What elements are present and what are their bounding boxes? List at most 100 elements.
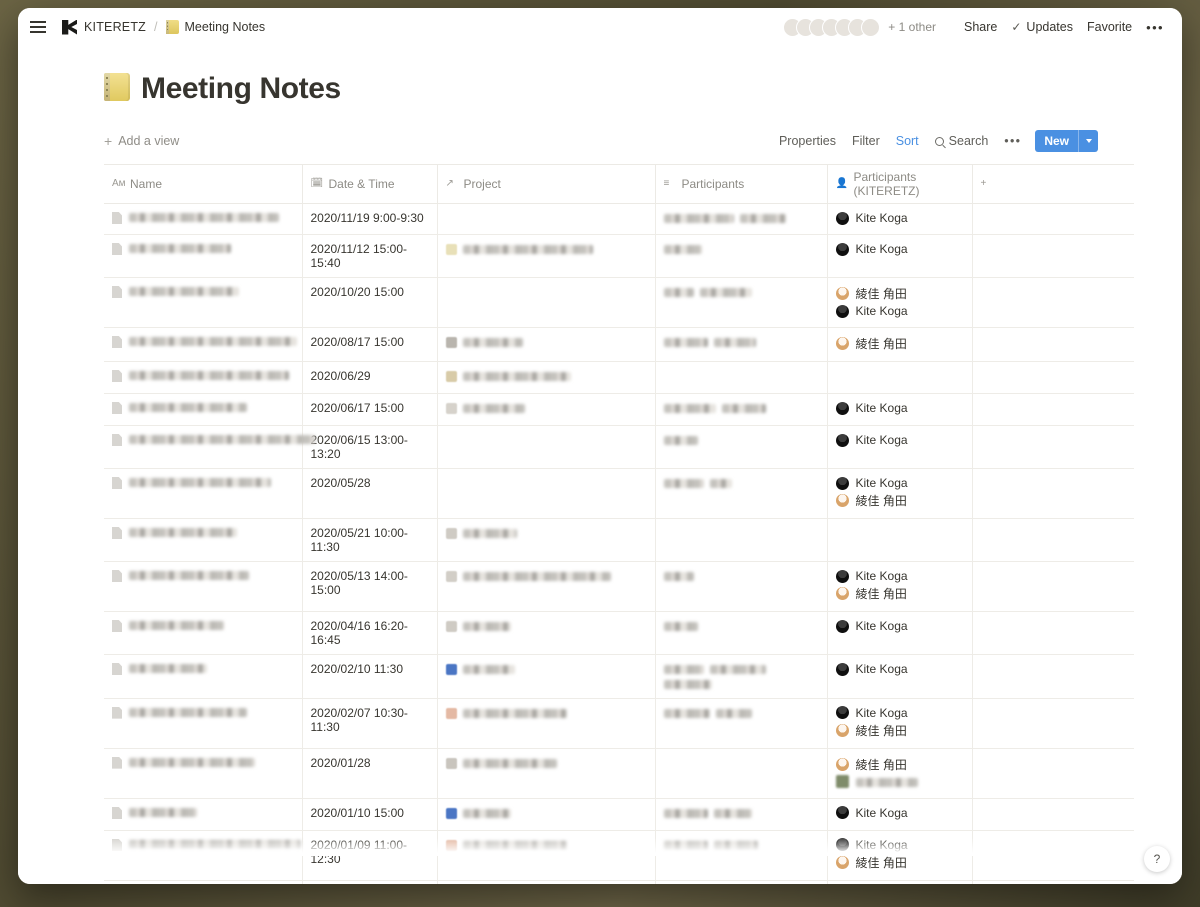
table-row[interactable]: 2020/10/20 15:00 綾佳 角田 Kite Koga: [104, 277, 1134, 328]
cell-participants-kiteretz[interactable]: Kite Koga: [827, 798, 973, 831]
filter-button[interactable]: Filter: [852, 134, 880, 148]
cell-participants-kiteretz[interactable]: Kite Koga: [827, 425, 973, 469]
cell-project[interactable]: [437, 393, 656, 426]
table-row[interactable]: 2020/01/10 15:00 Kite Koga: [104, 798, 1134, 831]
cell-project[interactable]: [437, 361, 656, 394]
person-chip[interactable]: Kite Koga: [835, 211, 964, 225]
updates-button[interactable]: ✓ Updates: [1011, 20, 1073, 34]
cell-participants-kiteretz[interactable]: 綾佳 角田 Kite Koga: [827, 277, 973, 328]
cell-participants-kiteretz[interactable]: [827, 361, 973, 394]
column-header-date[interactable]: 🗓 Date & Time: [302, 164, 438, 204]
cell-participants[interactable]: [655, 698, 828, 749]
cell-project[interactable]: [437, 654, 656, 699]
person-chip[interactable]: [835, 775, 964, 789]
cell-date-time[interactable]: 2020/11/12 15:00-15:40: [302, 234, 438, 278]
cell-participants[interactable]: [655, 748, 828, 799]
cell-name[interactable]: [104, 277, 303, 328]
breadcrumb-workspace[interactable]: KITERETZ: [84, 20, 146, 34]
cell-name[interactable]: [104, 327, 303, 362]
search-button[interactable]: Search: [934, 134, 988, 148]
cell-date-time[interactable]: 2020/05/28: [302, 468, 438, 519]
cell-project[interactable]: [437, 203, 656, 235]
cell-participants-kiteretz[interactable]: Kite Koga 綾佳 角田: [827, 698, 973, 749]
chevron-down-icon[interactable]: [1078, 130, 1098, 152]
cell-date-time[interactable]: 2020/06/15 13:00-13:20: [302, 425, 438, 469]
table-row[interactable]: 2020/05/28 Kite Koga 綾佳 角田: [104, 468, 1134, 519]
cell-date-time[interactable]: 2020/10/20 15:00: [302, 277, 438, 328]
person-chip[interactable]: 綾佳 角田: [835, 585, 964, 602]
notebook-icon[interactable]: [104, 72, 130, 106]
cell-participants[interactable]: [655, 830, 828, 881]
person-chip[interactable]: Kite Koga: [835, 476, 964, 490]
favorite-button[interactable]: Favorite: [1087, 20, 1132, 34]
cell-participants[interactable]: [655, 798, 828, 831]
cell-participants[interactable]: [655, 611, 828, 655]
person-chip[interactable]: Kite Koga: [835, 662, 964, 676]
table-row[interactable]: 2020/06/29: [104, 361, 1134, 394]
project-chip[interactable]: [445, 807, 647, 820]
cell-participants[interactable]: [655, 361, 828, 394]
cell-date-time[interactable]: 2020/01/10 15:00: [302, 798, 438, 831]
cell-date-time[interactable]: 2020/02/07 10:30-11:30: [302, 698, 438, 749]
new-record-button[interactable]: New: [1035, 130, 1098, 152]
person-chip[interactable]: Kite Koga: [835, 242, 964, 256]
project-chip[interactable]: [445, 402, 647, 415]
project-chip[interactable]: [445, 757, 647, 770]
page-title[interactable]: Meeting Notes: [141, 72, 341, 106]
person-chip[interactable]: Kite Koga: [835, 433, 964, 447]
person-chip[interactable]: Kite Koga: [835, 619, 964, 633]
cell-participants-kiteretz[interactable]: 綾佳 角田: [827, 327, 973, 362]
sort-button[interactable]: Sort: [896, 134, 919, 148]
cell-name[interactable]: [104, 561, 303, 612]
help-button[interactable]: ?: [1144, 846, 1170, 872]
cell-participants-kiteretz[interactable]: Kite Koga 綾佳 角田: [827, 830, 973, 881]
table-row[interactable]: 2020/01/28 綾佳 角田: [104, 748, 1134, 799]
cell-participants[interactable]: [655, 327, 828, 362]
person-chip[interactable]: Kite Koga: [835, 706, 964, 720]
cell-participants-kiteretz[interactable]: Kite Koga: [827, 234, 973, 278]
cell-participants[interactable]: [655, 880, 828, 884]
project-chip[interactable]: [445, 336, 647, 349]
cell-project[interactable]: [437, 880, 656, 884]
cell-project[interactable]: [437, 468, 656, 519]
cell-date-time[interactable]: 2020/02/10 11:30: [302, 654, 438, 699]
cell-name[interactable]: [104, 830, 303, 881]
column-header-add[interactable]: +: [972, 164, 1134, 204]
column-header-participants-kiteretz[interactable]: 👤 Participants (KITERETZ): [827, 164, 973, 204]
cell-date-time[interactable]: 2019/12/26 18:30-20:00: [302, 880, 438, 884]
hamburger-menu-icon[interactable]: [30, 21, 46, 33]
cell-participants-kiteretz[interactable]: Kite Koga: [827, 654, 973, 699]
cell-name[interactable]: [104, 203, 303, 235]
person-chip[interactable]: Kite Koga: [835, 569, 964, 583]
cell-participants-kiteretz[interactable]: Kite Koga: [827, 611, 973, 655]
view-more-button[interactable]: •••: [1004, 134, 1021, 148]
cell-participants-kiteretz[interactable]: Kite Koga 綾佳 角田: [827, 468, 973, 519]
cell-participants[interactable]: [655, 277, 828, 328]
table-row[interactable]: 2020/08/17 15:00 綾佳 角田: [104, 327, 1134, 362]
cell-date-time[interactable]: 2020/05/21 10:00-11:30: [302, 518, 438, 562]
properties-button[interactable]: Properties: [779, 134, 836, 148]
person-chip[interactable]: Kite Koga: [835, 401, 964, 415]
cell-participants-kiteretz[interactable]: Kite Koga: [827, 393, 973, 426]
cell-name[interactable]: [104, 880, 303, 884]
column-header-project[interactable]: ↗ Project: [437, 164, 656, 204]
table-row[interactable]: 2020/06/17 15:00 Kite Koga: [104, 393, 1134, 426]
cell-project[interactable]: [437, 234, 656, 278]
collaborator-avatars[interactable]: [783, 17, 881, 37]
cell-participants[interactable]: [655, 518, 828, 562]
person-chip[interactable]: 綾佳 角田: [835, 854, 964, 871]
cell-project[interactable]: [437, 277, 656, 328]
cell-date-time[interactable]: 2020/08/17 15:00: [302, 327, 438, 362]
cell-date-time[interactable]: 2020/04/16 16:20-16:45: [302, 611, 438, 655]
project-chip[interactable]: [445, 707, 647, 720]
cell-participants[interactable]: [655, 234, 828, 278]
cell-date-time[interactable]: 2020/01/28: [302, 748, 438, 799]
cell-name[interactable]: [104, 361, 303, 394]
person-chip[interactable]: 綾佳 角田: [835, 285, 964, 302]
person-chip[interactable]: Kite Koga: [835, 304, 964, 318]
cell-name[interactable]: [104, 748, 303, 799]
person-chip[interactable]: 綾佳 角田: [835, 756, 964, 773]
table-row[interactable]: 2020/01/09 11:00-12:30 Kite Koga 綾佳 角田: [104, 830, 1134, 881]
table-row[interactable]: 2020/06/15 13:00-13:20 Kite Koga: [104, 425, 1134, 469]
project-chip[interactable]: [445, 620, 647, 633]
